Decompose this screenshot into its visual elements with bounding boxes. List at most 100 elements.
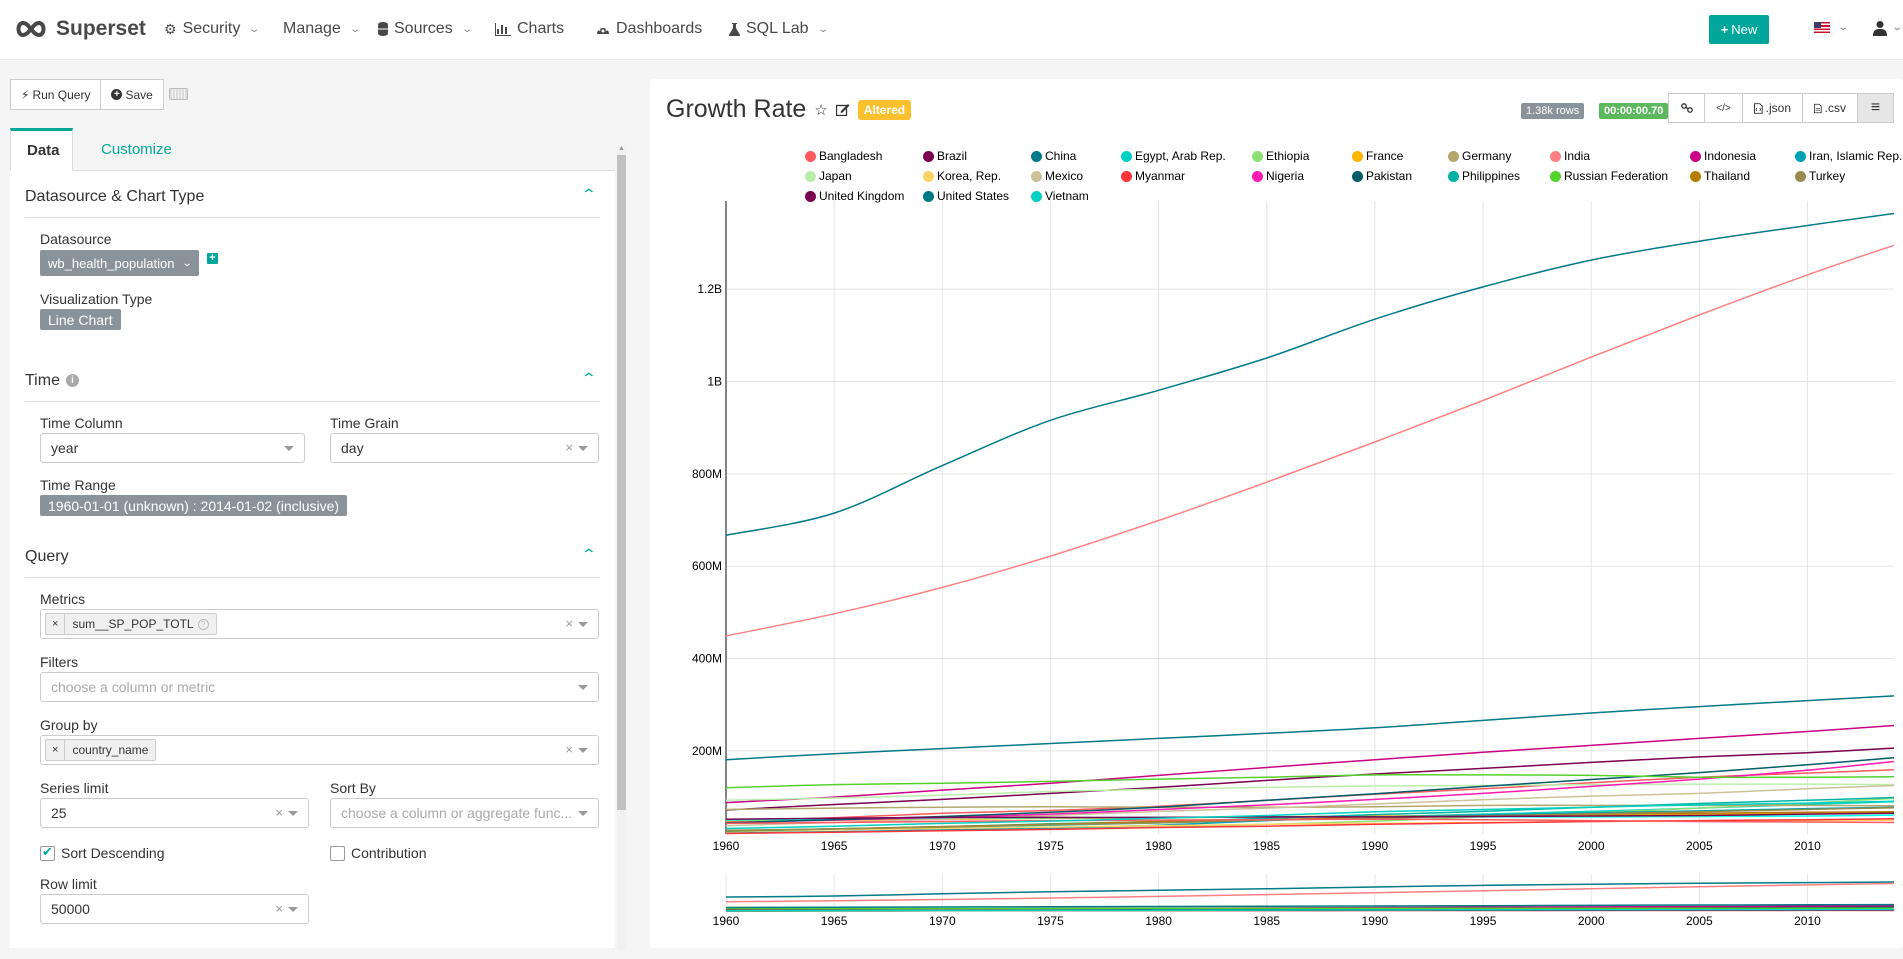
clear-icon[interactable]: ×	[565, 440, 573, 455]
scrollbar-thumb[interactable]	[617, 155, 626, 810]
time-column-value: year	[51, 440, 79, 456]
sort-by-select[interactable]: choose a column or aggregate func...	[330, 798, 599, 828]
chevron-down-icon[interactable]: ⌄	[1837, 22, 1849, 33]
legend-item[interactable]: Germany	[1448, 149, 1511, 163]
embed-code-button[interactable]: </>	[1705, 93, 1743, 123]
legend-item[interactable]: Myanmar	[1121, 169, 1185, 183]
star-icon[interactable]: ☆	[814, 101, 827, 119]
export-csv-button[interactable]: .csv	[1803, 93, 1858, 123]
controls-scrollbar[interactable]: ▲	[617, 145, 626, 950]
share-link-button[interactable]	[1668, 93, 1705, 123]
context-x-tick-label: 1965	[821, 914, 848, 928]
legend-item[interactable]: Russian Federation	[1550, 169, 1668, 183]
sort-descending-checkbox[interactable]: Sort Descending	[40, 844, 165, 861]
nav-sources[interactable]: Sources ⌄	[378, 20, 473, 38]
us-flag-icon[interactable]	[1814, 22, 1830, 33]
user-icon[interactable]	[1873, 20, 1887, 36]
chevron-down-icon[interactable]: ⌄	[1891, 22, 1903, 33]
remove-chip-icon[interactable]: ×	[46, 740, 66, 760]
section-time-header[interactable]: Time i ⌃	[25, 360, 600, 402]
context-x-tick-label: 1960	[713, 914, 740, 928]
filters-select[interactable]: choose a column or metric	[40, 672, 599, 702]
legend-item[interactable]: Brazil	[923, 149, 967, 163]
altered-badge[interactable]: Altered	[857, 99, 912, 120]
legend-item[interactable]: Ethiopia	[1252, 149, 1309, 163]
legend-dot-icon	[805, 170, 816, 182]
scroll-up-icon[interactable]: ▲	[618, 145, 625, 152]
tab-data[interactable]: Data	[10, 128, 73, 171]
legend-label: Thailand	[1704, 169, 1751, 183]
legend-item[interactable]: Turkey	[1795, 169, 1845, 183]
section-query-header[interactable]: Query ⌃	[25, 536, 600, 578]
nav-security[interactable]: ⚙ Security ⌄	[164, 20, 260, 38]
metrics-select[interactable]: × sum__SP_POP_TOTL? ×	[40, 609, 599, 639]
context-line-philippines	[725, 908, 1895, 912]
legend-dot-icon	[1352, 150, 1363, 162]
dashboard-icon	[597, 25, 609, 34]
legend-dot-icon	[923, 170, 934, 182]
clear-icon[interactable]: ×	[275, 805, 283, 820]
legend-item[interactable]: Vietnam	[1031, 189, 1089, 203]
legend-item[interactable]: Bangladesh	[805, 149, 882, 163]
save-label: Save	[125, 87, 153, 102]
time-range-selector[interactable]: 1960-01-01 (unknown) : 2014-01-02 (inclu…	[40, 495, 348, 516]
info-icon[interactable]: i	[65, 374, 79, 387]
checkbox-unchecked[interactable]	[330, 845, 345, 861]
nav-manage-label: Manage	[283, 20, 341, 37]
remove-chip-icon[interactable]: ×	[46, 614, 66, 634]
context-line-myanmar	[725, 909, 1894, 912]
chart-title[interactable]: Growth Rate	[666, 95, 806, 124]
nav-sql-lab[interactable]: SQL Lab ⌄	[729, 20, 829, 38]
chevron-up-icon[interactable]: ⌃	[581, 546, 597, 563]
checkbox-checked[interactable]	[40, 844, 55, 861]
tab-customize[interactable]: Customize	[85, 128, 188, 171]
run-query-button[interactable]: ⚡︎ Run Query	[10, 79, 102, 110]
legend-item[interactable]: Philippines	[1448, 169, 1520, 183]
grid-lines	[725, 201, 1894, 834]
nav-charts[interactable]: Charts	[495, 20, 564, 38]
legend-item[interactable]: China	[1031, 149, 1076, 163]
viz-type-selector[interactable]: Line Chart	[40, 309, 121, 330]
legend-item[interactable]: Thailand	[1690, 169, 1750, 183]
chevron-up-icon[interactable]: ⌃	[581, 370, 597, 387]
legend-item[interactable]: Pakistan	[1352, 169, 1412, 183]
time-range-value: 1960-01-01 (unknown) : 2014-01-02 (inclu…	[48, 497, 340, 514]
clear-icon[interactable]: ×	[275, 901, 283, 916]
legend-item[interactable]: Iran, Islamic Rep.	[1795, 149, 1902, 163]
legend-item[interactable]: India	[1550, 149, 1590, 163]
legend-item[interactable]: Korea, Rep.	[923, 169, 1001, 183]
nav-dashboards[interactable]: Dashboards	[596, 20, 702, 38]
nav-manage[interactable]: Manage ⌄	[283, 20, 361, 38]
save-button[interactable]: + Save	[101, 79, 164, 110]
legend-item[interactable]: Egypt, Arab Rep.	[1121, 149, 1226, 163]
add-datasource-icon[interactable]: +	[207, 253, 218, 264]
chevron-up-icon[interactable]: ⌃	[581, 186, 597, 203]
datasource-value: wb_health_population	[48, 255, 175, 271]
export-json-button[interactable]: .json	[1743, 93, 1803, 123]
legend-item[interactable]: United States	[923, 189, 1009, 203]
clear-icon[interactable]: ×	[565, 742, 573, 757]
groupby-select[interactable]: × country_name ×	[40, 735, 599, 765]
section-datasource-header[interactable]: Datasource & Chart Type ⌃	[25, 176, 600, 218]
legend-item[interactable]: Mexico	[1031, 169, 1083, 183]
time-grain-select[interactable]: day ×	[330, 433, 599, 463]
legend-dot-icon	[1795, 150, 1806, 162]
more-options-button[interactable]: ≡	[1858, 93, 1894, 123]
clear-icon[interactable]: ×	[565, 616, 573, 631]
edit-icon[interactable]	[835, 103, 850, 116]
legend-item[interactable]: Nigeria	[1252, 169, 1304, 183]
contribution-checkbox[interactable]: Contribution	[330, 845, 427, 861]
time-column-select[interactable]: year	[40, 433, 305, 463]
help-icon[interactable]: ?	[197, 618, 209, 630]
datasource-dropdown[interactable]: wb_health_population ⌄	[40, 250, 199, 276]
row-limit-select[interactable]: 50000 ×	[40, 894, 309, 924]
legend-item[interactable]: Japan	[805, 169, 852, 183]
legend-item[interactable]: United Kingdom	[805, 189, 904, 203]
keyboard-icon[interactable]	[169, 88, 188, 100]
brand-link[interactable]: Superset	[14, 17, 146, 41]
series-limit-select[interactable]: 25 ×	[40, 798, 309, 828]
legend-dot-icon	[1795, 170, 1806, 182]
legend-item[interactable]: France	[1352, 149, 1403, 163]
new-button[interactable]: + New	[1709, 15, 1769, 44]
legend-item[interactable]: Indonesia	[1690, 149, 1756, 163]
